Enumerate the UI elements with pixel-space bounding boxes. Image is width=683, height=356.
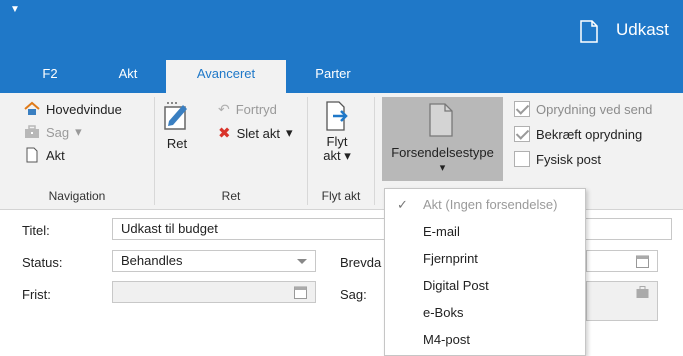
- ret-button[interactable]: Ret: [162, 101, 192, 151]
- slet-akt-label: Slet akt: [236, 125, 280, 141]
- edit-icon: [164, 102, 187, 130]
- menu-item-m4-post[interactable]: M4-post: [385, 327, 585, 352]
- slet-akt-dropdown-icon: ▾: [285, 125, 293, 140]
- status-select[interactable]: Behandles: [112, 250, 316, 272]
- brevdato-field[interactable]: [586, 250, 658, 272]
- menu-item-label: Akt (Ingen forsendelse): [423, 197, 558, 212]
- forsendelsestype-dropdown-icon: ▾: [439, 162, 446, 174]
- quick-access-dropdown-icon[interactable]: ▼: [10, 4, 20, 15]
- chevron-down-icon: [297, 259, 307, 264]
- document-icon: [429, 103, 453, 137]
- slet-akt-button[interactable]: ✖ Slet akt ▾: [218, 124, 292, 142]
- flyt-dropdown-icon: ▾: [344, 148, 351, 163]
- flyt-akt-button[interactable]: Flyt akt ▾: [312, 101, 362, 163]
- forsendelsestype-menu: ✓ Akt (Ingen forsendelse) E-mail Fjernpr…: [384, 188, 586, 356]
- ret-group-label: Ret: [221, 189, 241, 203]
- status-label: Status:: [22, 255, 63, 270]
- sag-dropdown-icon: ▾: [75, 124, 82, 139]
- bekraeft-oprydning-label: Bekræft oprydning: [536, 126, 643, 142]
- fortryd-label: Fortryd: [235, 102, 277, 117]
- hovedvindue-label: Hovedvindue: [46, 101, 122, 117]
- sag-label: Sag: [46, 124, 70, 140]
- hovedvindue-button[interactable]: Hovedvindue: [24, 101, 122, 117]
- move-document-icon: [326, 101, 348, 131]
- fysisk-post-label: Fysisk post: [536, 151, 602, 167]
- briefcase-icon: [636, 286, 649, 298]
- menu-item-akt-ingen-forsendelse[interactable]: ✓ Akt (Ingen forsendelse): [385, 192, 585, 217]
- status-value: Behandles: [121, 253, 183, 268]
- menu-item-email[interactable]: E-mail: [385, 219, 585, 244]
- checkbox-box: [514, 101, 530, 117]
- flyt-akt-label: akt: [323, 148, 341, 163]
- group-divider: [374, 97, 375, 205]
- window-title: Udkast: [616, 20, 669, 39]
- fysisk-post-checkbox[interactable]: Fysisk post: [514, 151, 601, 167]
- document-icon: [580, 20, 598, 43]
- checkmark-icon: ✓: [397, 197, 408, 212]
- undo-icon: ↶: [218, 101, 230, 117]
- flyt-label: Flyt: [326, 134, 348, 149]
- sag-button[interactable]: Sag ▾: [24, 124, 82, 140]
- briefcase-icon: [25, 125, 39, 138]
- menu-item-digital-post[interactable]: Digital Post: [385, 273, 585, 298]
- checkbox-box: [514, 151, 530, 167]
- tab-avanceret[interactable]: Avanceret: [166, 60, 286, 94]
- menu-item-fjernprint[interactable]: Fjernprint: [385, 246, 585, 271]
- frist-label: Frist:: [22, 287, 51, 302]
- sag-field[interactable]: [586, 281, 658, 321]
- menu-item-e-boks[interactable]: e-Boks: [385, 300, 585, 325]
- calendar-icon: [294, 286, 307, 299]
- document-icon: [26, 147, 38, 163]
- frist-field[interactable]: [112, 281, 316, 303]
- titel-label: Titel:: [22, 223, 50, 238]
- tab-akt[interactable]: Akt: [108, 60, 148, 93]
- delete-x-icon: ✖: [218, 125, 231, 142]
- akt-label: Akt: [46, 147, 65, 163]
- oprydning-ved-send-label: Oprydning ved send: [536, 101, 653, 117]
- bekraeft-oprydning-checkbox[interactable]: Bekræft oprydning: [514, 126, 642, 142]
- brevdato-label: Brevda: [340, 255, 382, 270]
- ribbon-tabs: F2 Akt Avanceret Parter: [0, 60, 683, 94]
- navigation-group-label: Navigation: [48, 189, 106, 203]
- flyt-akt-line2: akt ▾: [312, 149, 362, 163]
- home-icon: [24, 101, 40, 115]
- forsendelsestype-button[interactable]: Forsendelsestype ▾: [382, 97, 503, 181]
- fortryd-button[interactable]: ↶ Fortryd: [218, 101, 277, 118]
- tab-f2[interactable]: F2: [30, 60, 70, 93]
- oprydning-ved-send-checkbox[interactable]: Oprydning ved send: [514, 101, 652, 117]
- sag-form-label: Sag:: [340, 287, 367, 302]
- flyt-akt-group-label: Flyt akt: [321, 189, 361, 203]
- forsendelsestype-label: Forsendelsestype: [391, 145, 494, 160]
- ret-big-label: Ret: [166, 136, 188, 151]
- checkbox-box: [514, 126, 530, 142]
- calendar-icon: [636, 255, 649, 268]
- tab-parter[interactable]: Parter: [305, 60, 361, 93]
- title-bar: ▼ Udkast: [0, 0, 683, 60]
- akt-button[interactable]: Akt: [24, 147, 65, 163]
